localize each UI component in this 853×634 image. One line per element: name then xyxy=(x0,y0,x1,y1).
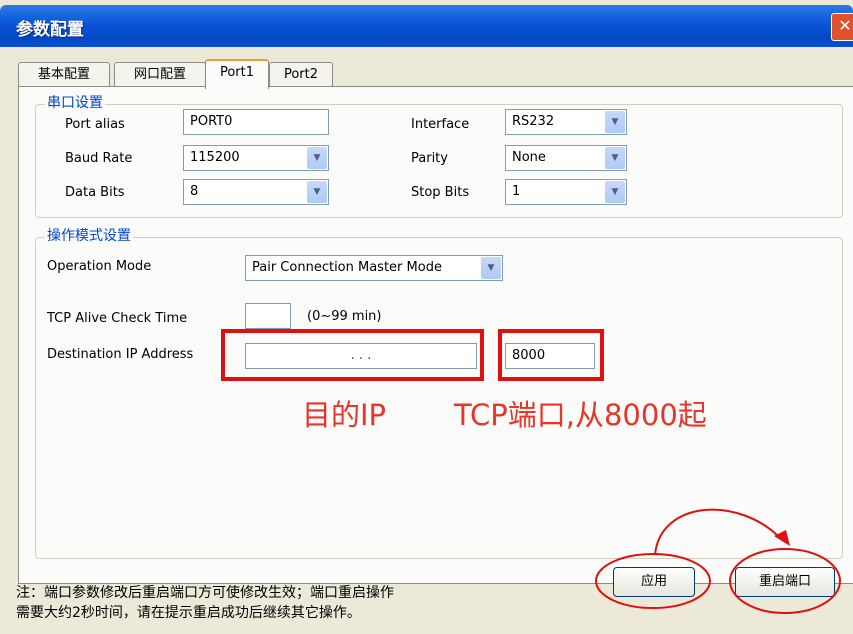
stop-bits-value: 1 xyxy=(512,184,521,199)
interface-value: RS232 xyxy=(512,114,555,129)
port-alias-label: Port alias xyxy=(65,117,125,132)
apply-button[interactable]: 应用 xyxy=(613,567,695,597)
chevron-down-icon[interactable]: ▼ xyxy=(307,181,327,203)
stop-bits-label: Stop Bits xyxy=(411,185,470,200)
tcp-alive-hint: (0~99 min) xyxy=(307,309,382,324)
baud-rate-label: Baud Rate xyxy=(65,151,133,166)
operation-settings-group xyxy=(35,237,843,559)
annotation-dest-ip: 目的IP xyxy=(302,398,387,432)
data-bits-value: 8 xyxy=(190,184,199,199)
tab-port2[interactable]: Port2 xyxy=(269,62,333,87)
title-bar: 参数配置 ✕ xyxy=(0,5,853,47)
operation-mode-select[interactable]: Pair Connection Master Mode ▼ xyxy=(245,255,503,281)
close-button[interactable]: ✕ xyxy=(831,13,853,41)
parity-label: Parity xyxy=(411,151,448,166)
port-highlight-box xyxy=(498,329,604,381)
tcp-alive-label: TCP Alive Check Time xyxy=(47,311,188,326)
dialog-window: 参数配置 ✕ 基本配置 网口配置 Port1 Port2 串口设置 Port a… xyxy=(0,0,853,634)
tcp-alive-input[interactable] xyxy=(245,303,291,329)
port-alias-input[interactable]: PORT0 xyxy=(183,109,329,135)
baud-rate-select[interactable]: 115200 ▼ xyxy=(183,145,329,171)
stop-bits-select[interactable]: 1 ▼ xyxy=(505,179,627,205)
parity-value: None xyxy=(512,150,546,165)
interface-select[interactable]: RS232 ▼ xyxy=(505,109,627,135)
chevron-down-icon[interactable]: ▼ xyxy=(307,147,327,169)
dest-ip-label: Destination IP Address xyxy=(47,347,194,362)
chevron-down-icon[interactable]: ▼ xyxy=(481,257,501,279)
tab-port1[interactable]: Port1 xyxy=(205,59,269,89)
window-title: 参数配置 xyxy=(16,20,84,40)
annotation-tcp-port: TCP端口,从8000起 xyxy=(454,398,707,432)
operation-mode-label: Operation Mode xyxy=(47,259,152,274)
chevron-down-icon[interactable]: ▼ xyxy=(605,111,625,133)
chevron-down-icon[interactable]: ▼ xyxy=(605,147,625,169)
tab-basic-config[interactable]: 基本配置 xyxy=(18,62,110,87)
chevron-down-icon[interactable]: ▼ xyxy=(605,181,625,203)
tab-network-config[interactable]: 网口配置 xyxy=(114,62,206,87)
data-bits-select[interactable]: 8 ▼ xyxy=(183,179,329,205)
serial-settings-legend: 串口设置 xyxy=(45,92,105,112)
restart-port-button[interactable]: 重启端口 xyxy=(735,567,835,597)
note-text: 注：端口参数修改后重启端口方可使修改生效；端口重启操作 需要大约2秒时间，请在提… xyxy=(16,583,394,623)
note-line-1: 注：端口参数修改后重启端口方可使修改生效；端口重启操作 xyxy=(16,585,394,601)
baud-rate-value: 115200 xyxy=(190,150,240,165)
interface-label: Interface xyxy=(411,117,470,132)
parity-select[interactable]: None ▼ xyxy=(505,145,627,171)
ip-highlight-box xyxy=(221,329,484,381)
operation-settings-legend: 操作模式设置 xyxy=(45,225,133,245)
operation-mode-value: Pair Connection Master Mode xyxy=(252,260,442,275)
note-line-2: 需要大约2秒时间，请在提示重启成功后继续其它操作。 xyxy=(16,605,361,621)
data-bits-label: Data Bits xyxy=(65,185,125,200)
